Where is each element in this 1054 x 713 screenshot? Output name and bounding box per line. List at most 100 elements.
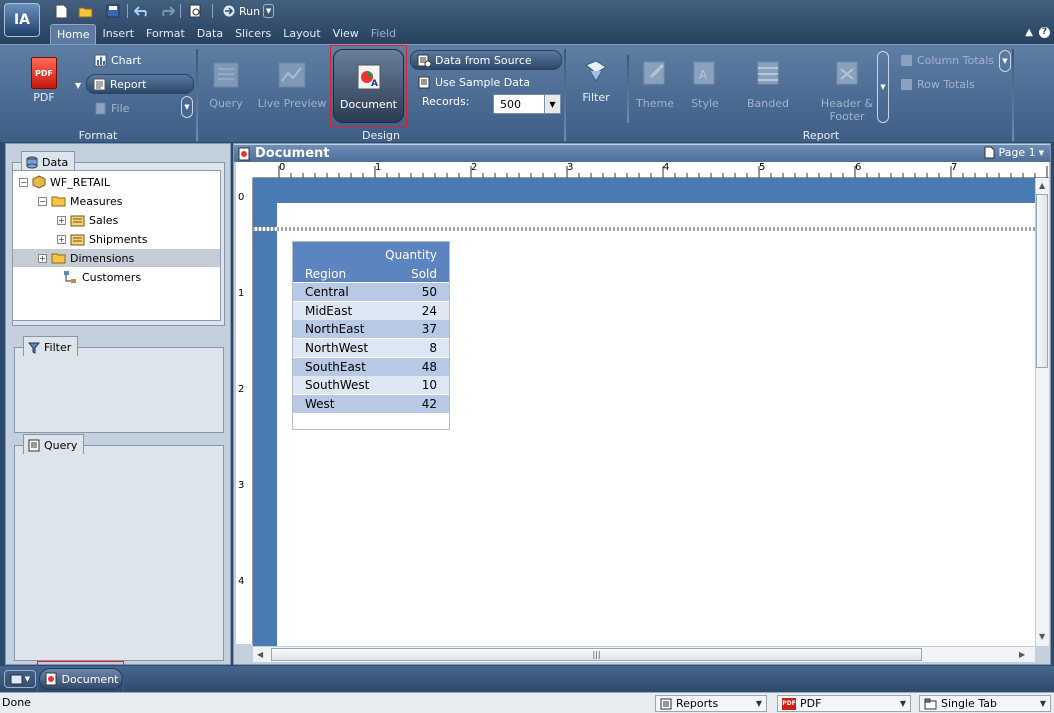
left-panel: Data − WF_RETAIL − Measures + Sales + Sh… <box>5 143 231 665</box>
document-title: Document <box>255 146 330 161</box>
svg-text:A: A <box>371 79 378 89</box>
filter-icon <box>585 60 607 82</box>
run-button[interactable]: Run ▼ <box>222 2 275 20</box>
records-label: Records: <box>422 95 470 108</box>
run-dropdown-icon[interactable]: ▼ <box>263 4 275 18</box>
output-format-select[interactable]: PDF PDF ▼ <box>777 695 911 712</box>
page-indicator[interactable]: Page 1 ▼ <box>984 146 1044 159</box>
pdf-button[interactable]: PDF PDF <box>26 57 62 104</box>
report-table-header: Region Quantity Sold <box>293 242 449 282</box>
live-preview-button: Live Preview <box>256 61 328 110</box>
open-folder-icon[interactable] <box>77 3 95 19</box>
new-icon[interactable] <box>52 3 70 19</box>
ruler-label: 3 <box>238 480 245 491</box>
collapse-ribbon-icon[interactable]: ▲ <box>1025 27 1033 38</box>
format-more-icon[interactable]: ▼ <box>181 96 193 118</box>
expand-icon[interactable]: + <box>38 253 47 263</box>
single-tab-icon <box>924 698 937 709</box>
tree-item-measures[interactable]: − Measures <box>38 192 122 210</box>
folder-icon <box>51 253 66 264</box>
collapse-icon[interactable]: − <box>19 177 28 187</box>
live-preview-label: Live Preview <box>257 97 327 110</box>
data-from-source-button[interactable]: Data from Source <box>410 50 562 70</box>
records-dropdown-icon[interactable]: ▼ <box>544 95 560 113</box>
ruler-label: 1 <box>375 162 382 173</box>
taskbar-document-tab[interactable]: Document <box>39 668 123 690</box>
print-preview-icon[interactable] <box>186 3 204 19</box>
table-row: SouthWest 10 <box>293 376 449 394</box>
document-small-icon <box>238 147 250 160</box>
chart-button[interactable]: Chart <box>88 50 147 70</box>
report-table[interactable]: Region Quantity Sold Central 50 MidEast … <box>292 241 450 430</box>
tab-data[interactable]: Data <box>191 24 229 44</box>
page-header-separator[interactable] <box>253 227 1035 231</box>
design-group-label: Design <box>362 129 400 142</box>
tree-item-wf-retail[interactable]: − WF_RETAIL <box>19 173 110 191</box>
report-button[interactable]: Report <box>86 74 194 94</box>
tab-layout[interactable]: Layout <box>277 24 326 44</box>
report-more-icon[interactable]: ▼ <box>877 51 889 123</box>
tab-field[interactable]: Field <box>365 24 402 44</box>
query-panel: Query <box>14 434 224 661</box>
document-label: Document <box>340 97 397 111</box>
tab-slicers[interactable]: Slicers <box>229 24 277 44</box>
vertical-scroll-thumb[interactable] <box>1036 194 1048 368</box>
hierarchy-icon <box>64 271 76 283</box>
window-list-icon <box>10 674 23 684</box>
ruler-label: 1 <box>238 288 245 299</box>
collapse-icon[interactable]: − <box>38 196 47 206</box>
document-titlebar: Document Page 1 ▼ <box>234 145 1050 162</box>
banded-label: Banded <box>747 97 789 110</box>
app-logo[interactable]: IA <box>4 3 40 37</box>
pdf-label: PDF <box>33 91 55 104</box>
pdf-dropdown-icon[interactable]: ▼ <box>75 81 81 90</box>
use-sample-data-button[interactable]: Use Sample Data <box>412 72 536 92</box>
tree-item-sales[interactable]: + Sales <box>57 211 118 229</box>
file-button: File <box>88 98 135 118</box>
column-totals-label: Column Totals <box>917 53 995 67</box>
tab-home[interactable]: Home <box>50 24 97 44</box>
expand-icon[interactable]: + <box>57 215 66 225</box>
horizontal-scroll-thumb[interactable]: ||| <box>271 648 922 661</box>
scroll-right-icon[interactable]: ▶ <box>1019 650 1025 659</box>
ruler-label: 4 <box>663 162 670 173</box>
records-select[interactable]: 500 ▼ <box>493 94 561 114</box>
tab-view[interactable]: View <box>327 24 365 44</box>
help-icon[interactable]: ? <box>1039 27 1050 38</box>
query-label: Query <box>209 97 243 110</box>
scroll-down-icon[interactable]: ▼ <box>1039 632 1045 641</box>
scroll-up-icon[interactable]: ▲ <box>1039 181 1045 190</box>
file-label: File <box>111 101 130 115</box>
totals-more-icon[interactable]: ▼ <box>999 50 1011 72</box>
tree-item-shipments[interactable]: + Shipments <box>57 230 148 248</box>
tab-format[interactable]: Format <box>140 24 191 44</box>
data-icon <box>26 156 38 169</box>
output-mode-select[interactable]: Reports ▼ <box>655 695 767 712</box>
report-icon <box>93 78 106 90</box>
table-row: SouthEast 48 <box>293 358 449 376</box>
folder-icon <box>51 196 66 207</box>
chart-icon <box>94 54 107 66</box>
ruler-label: 7 <box>951 162 958 173</box>
tree-item-dimensions[interactable]: + Dimensions <box>13 249 220 267</box>
tab-insert[interactable]: Insert <box>96 24 140 44</box>
window-list-button[interactable]: ▼ <box>4 670 36 688</box>
status-bar: Done Reports ▼ PDF PDF ▼ Single Tab ▼ <box>0 692 1054 713</box>
title-bar: IA Run ▼ Home Insert Format Data Slicers… <box>0 0 1054 44</box>
dropdown-icon: ▼ <box>755 699 762 708</box>
save-icon[interactable] <box>104 3 122 19</box>
horizontal-ruler: 0 1 2 3 4 5 6 7 <box>253 162 1049 178</box>
layout-select[interactable]: Single Tab ▼ <box>919 695 1051 712</box>
scroll-left-icon[interactable]: ◀ <box>257 650 263 659</box>
filter-button[interactable]: Filter <box>574 59 618 104</box>
banded-button: Banded <box>744 59 792 110</box>
file-icon <box>95 102 106 114</box>
ruler-label: 5 <box>759 162 766 173</box>
document-button[interactable]: A Document <box>333 49 404 123</box>
page-dropdown-icon[interactable]: ▼ <box>1039 149 1044 157</box>
expand-icon[interactable]: + <box>57 234 66 244</box>
records-value: 500 <box>500 97 521 111</box>
tree-item-customers[interactable]: Customers <box>63 268 141 286</box>
ribbon: PDF PDF ▼ Chart Report File ▼ Format Que… <box>0 44 1054 142</box>
undo-icon[interactable] <box>133 3 151 19</box>
